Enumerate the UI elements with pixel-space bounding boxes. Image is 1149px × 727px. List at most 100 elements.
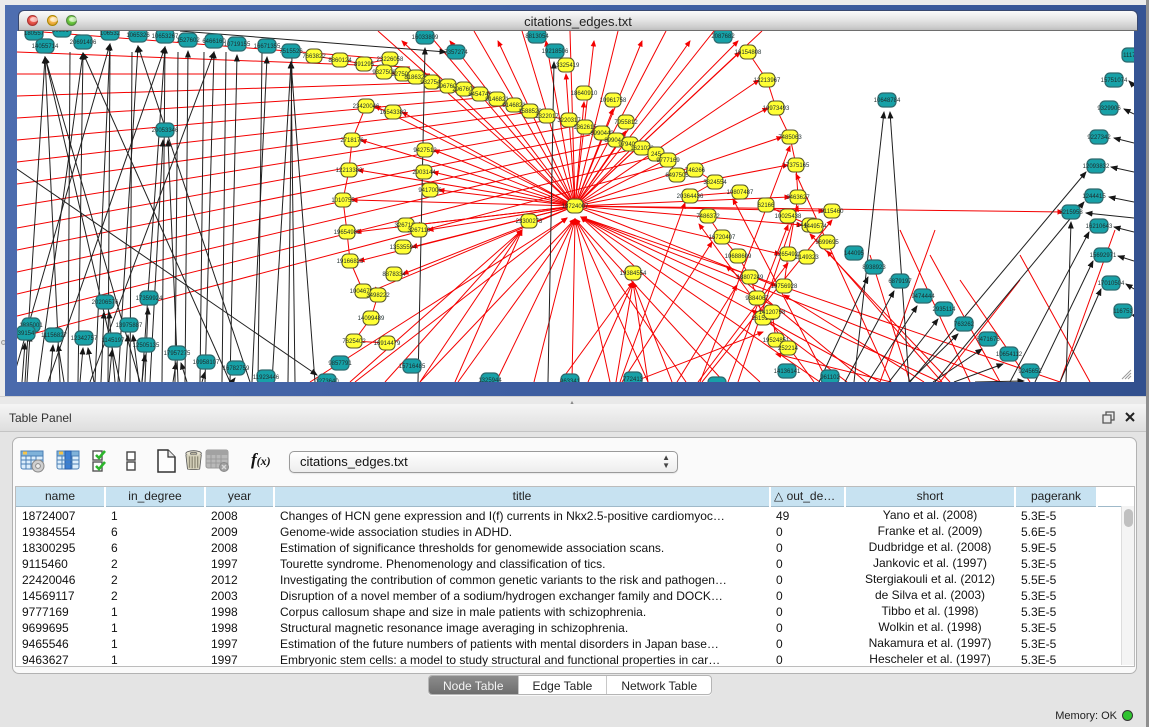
svg-text:144095: 144095 [844,251,865,257]
svg-text:9417006: 9417006 [418,188,442,194]
svg-text:2935114: 2935114 [933,307,957,313]
svg-text:3498222: 3498222 [366,293,390,299]
svg-text:19654985: 19654985 [334,230,361,236]
svg-text:1527602: 1527602 [176,38,200,44]
svg-text:1449574: 1449574 [803,224,827,230]
svg-text:1322017: 1322017 [535,114,559,120]
svg-text:7486372: 7486372 [696,214,720,220]
svg-text:10973493: 10973493 [763,106,790,112]
svg-text:252214: 252214 [778,346,799,352]
svg-text:9115460: 9115460 [821,209,845,215]
svg-text:23300273: 23300273 [516,219,543,225]
svg-text:17957275: 17957275 [164,351,191,357]
svg-text:116753: 116753 [1113,309,1133,315]
svg-text:10653267: 10653267 [152,34,179,40]
svg-text:9777169: 9777169 [656,158,680,164]
svg-text:963341: 963341 [560,379,581,382]
svg-text:9699695: 9699695 [815,240,839,246]
svg-text:9384067: 9384067 [745,296,769,302]
svg-text:1010755: 1010755 [331,198,355,204]
svg-text:19756928: 19756928 [771,284,798,290]
svg-text:39154: 39154 [18,331,35,337]
svg-text:1244415: 1244415 [1082,194,1106,200]
svg-text:206914: 206914 [52,31,73,34]
svg-text:180557: 180557 [24,31,45,37]
svg-text:16782759: 16782759 [223,366,250,372]
svg-text:891295: 891295 [354,62,375,68]
svg-text:17359924: 17359924 [136,296,163,302]
svg-text:16033809: 16033809 [412,35,439,41]
svg-text:15716485: 15716485 [399,364,426,370]
svg-text:7357274: 7357274 [444,50,468,56]
svg-text:9245652: 9245652 [1018,369,1042,375]
svg-text:9857791: 9857791 [328,361,352,367]
svg-text:1273640: 1273640 [315,379,339,382]
svg-text:8938923: 8938923 [862,265,886,271]
svg-text:10807487: 10807487 [727,190,754,196]
svg-text:16210643: 16210643 [1086,224,1113,230]
svg-text:15692971: 15692971 [1090,253,1117,259]
svg-text:16720407: 16720407 [709,235,736,241]
svg-text:20364436: 20364436 [677,194,704,200]
svg-text:7955812: 7955812 [614,120,638,126]
svg-text:16671355: 16671355 [254,44,281,50]
svg-text:1325944: 1325944 [478,378,502,382]
svg-text:62166: 62166 [758,203,775,209]
svg-text:106532: 106532 [100,31,121,37]
svg-text:6879197: 6879197 [888,279,912,285]
svg-text:8860124: 8860124 [328,58,352,64]
svg-text:10961758: 10961758 [600,98,627,104]
svg-text:8471676: 8471676 [976,337,1000,343]
svg-text:10958107: 10958107 [193,360,220,366]
svg-text:3267110: 3267110 [408,228,432,234]
svg-text:12342757: 12342757 [71,336,98,342]
svg-text:763262: 763262 [954,322,975,328]
svg-text:19384554: 19384554 [620,271,647,277]
svg-text:14136141: 14136141 [774,369,801,375]
svg-text:9329906: 9329906 [1097,106,1121,112]
svg-text:8215958: 8215958 [1059,210,1083,216]
svg-text:7485063: 7485063 [778,135,802,141]
svg-text:746266: 746266 [685,168,706,174]
svg-text:9227342: 9227342 [1087,135,1111,141]
svg-text:19218506: 19218506 [542,49,569,55]
svg-text:23420046: 23420046 [353,104,380,110]
svg-text:7663822: 7663822 [302,54,326,60]
svg-text:10025438: 10025438 [775,214,802,220]
svg-text:13325419: 13325419 [553,63,580,69]
svg-text:12213382: 12213382 [336,168,363,174]
svg-text:772413: 772413 [623,377,644,382]
svg-text:2903144: 2903144 [412,170,436,176]
svg-text:1065326: 1065326 [126,33,150,39]
svg-text:20206576: 20206576 [92,300,119,306]
svg-text:8813054: 8813054 [525,34,549,40]
svg-text:10654112: 10654112 [996,352,1023,358]
svg-text:11170: 11170 [1123,53,1134,59]
svg-text:2087682: 2087682 [711,34,735,40]
svg-text:23226058: 23226058 [377,57,404,63]
svg-text:10688609: 10688609 [725,254,752,260]
svg-text:11923446: 11923446 [253,375,280,381]
svg-text:12093832: 12093832 [1083,164,1110,170]
svg-text:13535594: 13535594 [390,245,417,251]
svg-text:9427512: 9427512 [413,148,437,154]
svg-text:10648784: 10648784 [874,98,901,104]
svg-text:961102: 961102 [820,375,840,381]
svg-text:18807249: 18807249 [737,275,764,281]
svg-text:10719155: 10719155 [224,42,251,48]
svg-text:2718176: 2718176 [340,138,364,144]
svg-text:1145197: 1145197 [102,338,126,344]
svg-text:17375165: 17375165 [783,163,810,169]
svg-text:16154808: 16154808 [735,50,762,56]
svg-text:2149323: 2149323 [795,255,819,261]
svg-text:9463627: 9463627 [786,195,810,201]
svg-text:16914479: 16914479 [374,341,401,347]
svg-text:17010504: 17010504 [1098,281,1125,287]
svg-text:7625402: 7625402 [342,339,366,345]
svg-text:7515526: 7515526 [279,49,303,55]
svg-text:3824554: 3824554 [703,180,727,186]
svg-text:12213967: 12213967 [754,78,781,84]
svg-text:19166825: 19166825 [337,259,364,265]
svg-text:14055714: 14055714 [32,44,59,50]
svg-text:20053346: 20053346 [152,128,179,134]
